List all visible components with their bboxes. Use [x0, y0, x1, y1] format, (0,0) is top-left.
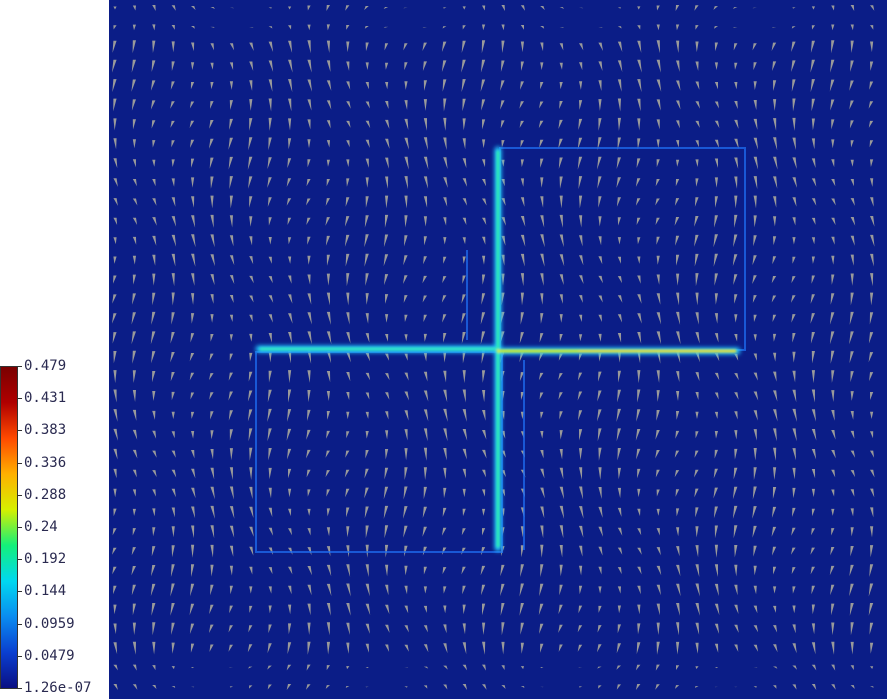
colorbar-tick-label: 0.0959	[24, 615, 75, 632]
colorbar-tick-mark	[18, 591, 22, 593]
colorbar-tick-mark	[18, 398, 22, 400]
colorbar-tick-mark	[18, 559, 22, 561]
colorbar-tick-label: 0.288	[24, 486, 67, 503]
colorbar-tick-mark	[18, 366, 22, 367]
colorbar-tick-label: 0.479	[24, 358, 67, 374]
colorbar-tick-label: 0.192	[24, 551, 67, 568]
colorbar-tick-mark	[18, 494, 22, 496]
colorbar-tick-label: 0.431	[24, 390, 67, 407]
colorbar-tick-mark	[18, 430, 22, 432]
colorbar-tick-mark	[18, 527, 22, 528]
field-plot	[109, 0, 887, 699]
colorbar-tick-label: 0.0479	[24, 647, 75, 664]
colorbar-tick-label: 0.383	[24, 422, 67, 439]
colorbar-tick-label: 0.336	[24, 454, 67, 471]
colorbar-tick-mark	[18, 462, 22, 464]
colorbar-tick-mark	[18, 655, 22, 657]
colorbar-tick-label: 0.24	[24, 519, 58, 535]
colorbar-tick-mark	[18, 623, 22, 625]
colorbar-tick-mark	[18, 688, 22, 689]
colorbar-tick-label: 1.26e-07	[24, 680, 92, 696]
colorbar-tick-label: 0.144	[24, 583, 67, 600]
colorbar	[0, 366, 18, 689]
